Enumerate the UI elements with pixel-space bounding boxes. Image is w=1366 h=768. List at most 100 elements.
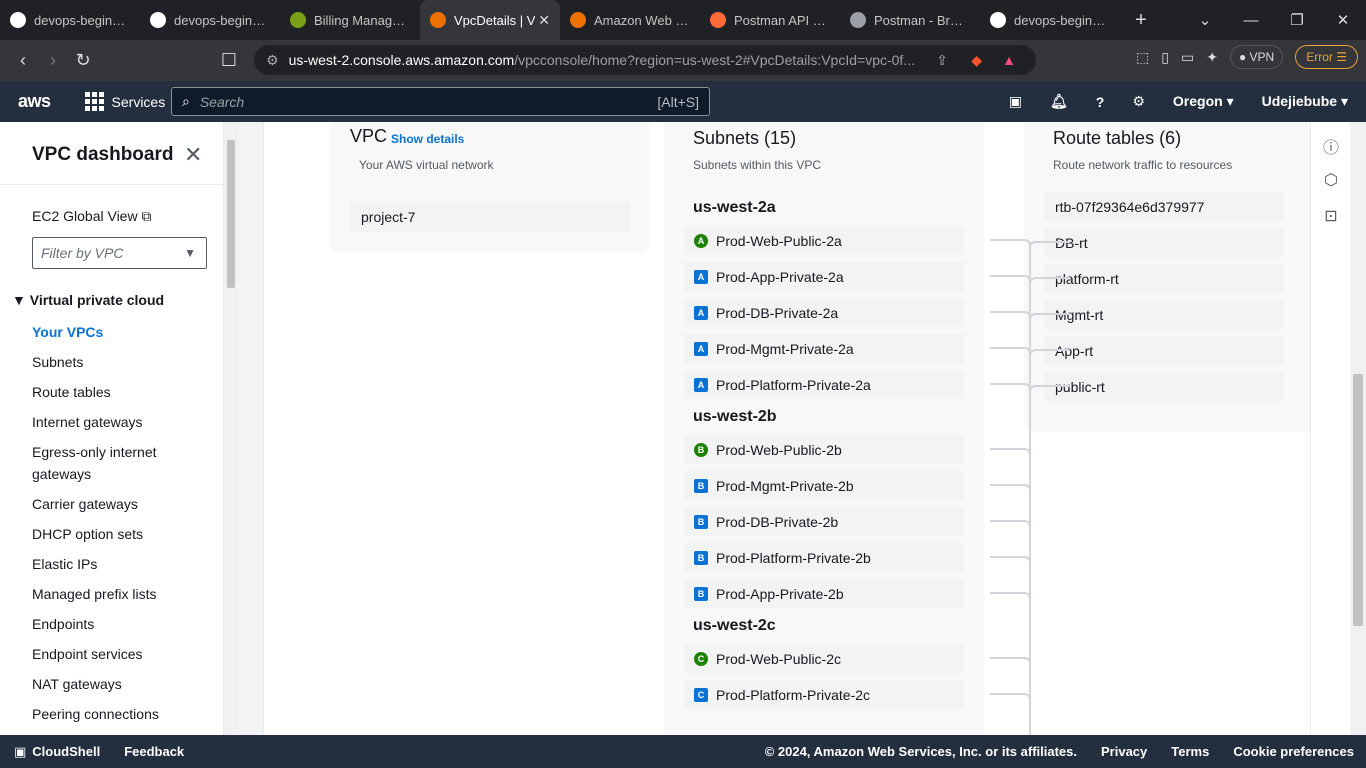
forward-button[interactable]: › [38, 50, 68, 71]
address-bar[interactable]: ⚙ us-west-2.console.aws.amazon.com/vpcco… [254, 45, 1036, 75]
subnet-item[interactable]: A Prod-Mgmt-Private-2a [684, 334, 964, 363]
info-icon[interactable]: ⓘ [1311, 134, 1351, 158]
brave-shield-icon[interactable]: ◆ [971, 52, 982, 69]
sidebar-scrollbar-thumb[interactable] [227, 140, 235, 288]
reload-button[interactable]: ↻ [68, 50, 98, 71]
filter-by-vpc-select[interactable]: Filter by VPC ▼ [32, 237, 207, 269]
subnet-item[interactable]: B Prod-DB-Private-2b [684, 507, 964, 536]
route-table-item[interactable]: App-rt [1044, 336, 1284, 365]
back-button[interactable]: ‹ [8, 50, 38, 71]
sidebar-item-egress-only-internet-gateways[interactable]: Egress-only internet gateways [32, 441, 212, 485]
services-menu-button[interactable]: Services [84, 92, 166, 111]
feedback-link[interactable]: Feedback [124, 744, 184, 759]
sidebar-item-dhcp-option-sets[interactable]: DHCP option sets [32, 523, 212, 545]
site-info-icon[interactable]: ⚙ [266, 52, 279, 69]
caret-down-icon: ▼ [184, 246, 196, 260]
cloudshell-button[interactable]: ▣ CloudShell [14, 744, 100, 760]
subnet-item[interactable]: A Prod-Platform-Private-2a [684, 370, 964, 399]
restore-button[interactable]: ❐ [1274, 11, 1320, 29]
sidebar-toggle-icon[interactable]: ▯ [1161, 49, 1169, 66]
hexagon-icon[interactable]: ⬡ [1311, 170, 1351, 194]
tab-search-icon[interactable]: ⌄ [1182, 11, 1228, 29]
main-route-table-item[interactable]: rtb-07f29364e6d379977 [1044, 192, 1284, 221]
subnet-item[interactable]: A Prod-Web-Public-2a [684, 226, 964, 255]
subnet-name: Prod-Web-Public-2c [716, 650, 842, 667]
sidebar-item-nat-gateways[interactable]: NAT gateways [32, 673, 212, 695]
cloudshell-icon[interactable]: ▣ [1009, 93, 1022, 110]
connection-line [990, 347, 1031, 355]
settings-gear-icon[interactable]: ⚙ [1132, 93, 1145, 110]
region-selector[interactable]: Oregon ▾ [1173, 93, 1234, 110]
tab-label: Postman API Plat [734, 12, 830, 28]
browser-tab[interactable]: devops-beginner [0, 0, 140, 40]
connection-line [1029, 313, 1070, 321]
subnet-item[interactable]: B Prod-Web-Public-2b [684, 435, 964, 464]
help-icon[interactable]: ? [1096, 94, 1105, 110]
notifications-icon[interactable]: 🔔︎ [1050, 93, 1068, 110]
search-placeholder: Search [199, 93, 245, 110]
main-scrollbar[interactable] [1350, 122, 1366, 735]
resource-map-panel: VPC Show details Your AWS virtual networ… [263, 122, 1310, 735]
subnet-item[interactable]: B Prod-Platform-Private-2b [684, 543, 964, 572]
browser-tab[interactable]: Billing Manageme [280, 0, 420, 40]
close-tab-icon[interactable]: ✕ [538, 12, 550, 29]
account-menu[interactable]: Udejiebube ▾ [1262, 93, 1348, 110]
sidebar-title[interactable]: VPC dashboard [32, 144, 173, 166]
sidebar-scrollbar[interactable] [224, 122, 238, 735]
sidebar-item-route-tables[interactable]: Route tables [32, 381, 212, 403]
connection-line [990, 275, 1031, 283]
cookie-preferences-link[interactable]: Cookie preferences [1233, 744, 1354, 759]
sidebar-item-elastic-ips[interactable]: Elastic IPs [32, 553, 212, 575]
browser-tab[interactable]: Amazon Web Ser [560, 0, 700, 40]
close-window-button[interactable]: ✕ [1320, 11, 1366, 29]
subnet-item[interactable]: C Prod-Web-Public-2c [684, 644, 964, 673]
subnets-title: Subnets (15) [693, 128, 797, 148]
sidebar-item-carrier-gateways[interactable]: Carrier gateways [32, 493, 212, 515]
route-table-item[interactable]: platform-rt [1044, 264, 1284, 293]
sidebar-item-your-vpcs[interactable]: Your VPCs [32, 321, 212, 343]
error-button[interactable]: Error ☰ [1295, 45, 1358, 69]
browser-tab[interactable]: Postman - Brows [840, 0, 980, 40]
privacy-link[interactable]: Privacy [1101, 744, 1147, 759]
brave-rewards-icon[interactable]: ▲ [1002, 52, 1016, 68]
share-icon[interactable]: ⇪ [936, 52, 948, 69]
route-table-item[interactable]: Mgmt-rt [1044, 300, 1284, 329]
subnet-item[interactable]: A Prod-App-Private-2a [684, 262, 964, 291]
subnet-item[interactable]: B Prod-App-Private-2b [684, 579, 964, 608]
vpc-name-pill[interactable]: project-7 [350, 202, 630, 232]
new-tab-button[interactable]: + [1126, 9, 1156, 32]
browser-tab[interactable]: devops-beginner [140, 0, 280, 40]
sidebar-item-subnets[interactable]: Subnets [32, 351, 212, 373]
terms-link[interactable]: Terms [1171, 744, 1209, 759]
leo-ai-icon[interactable]: ✦ [1206, 49, 1218, 66]
sidebar-item-peering-connections[interactable]: Peering connections [32, 703, 212, 725]
sidebar-item-endpoints[interactable]: Endpoints [32, 613, 212, 635]
route-table-item[interactable]: public-rt [1044, 372, 1284, 401]
billing-icon [290, 12, 306, 28]
show-details-link[interactable]: Show details [391, 132, 464, 146]
sidebar-item-internet-gateways[interactable]: Internet gateways [32, 411, 212, 433]
subnet-name: Prod-Web-Public-2a [716, 232, 842, 249]
vpn-button[interactable]: ● VPN [1229, 45, 1284, 69]
main-scrollbar-thumb[interactable] [1353, 374, 1363, 626]
browser-tab[interactable]: VpcDetails | V ✕ [420, 0, 560, 40]
section-virtual-private-cloud[interactable]: ▼ Virtual private cloud [12, 292, 164, 308]
close-icon[interactable]: ✕ [184, 142, 202, 168]
subnet-item[interactable]: A Prod-DB-Private-2a [684, 298, 964, 327]
sidebar-item-endpoint-services[interactable]: Endpoint services [32, 643, 212, 665]
subnet-item[interactable]: C Prod-Platform-Private-2c [684, 680, 964, 709]
minimize-button[interactable]: — [1228, 12, 1274, 29]
bookmark-icon[interactable]: ☐ [214, 50, 244, 71]
subnet-item[interactable]: B Prod-Mgmt-Private-2b [684, 471, 964, 500]
feedback-screen-icon[interactable]: ⊡ [1311, 206, 1351, 230]
browser-tab[interactable]: Postman API Plat [700, 0, 840, 40]
ec2-global-view-link[interactable]: EC2 Global View ⧉ [32, 208, 151, 225]
aws-search-input[interactable]: ⌕ Search [Alt+S] [171, 87, 710, 116]
extensions-icon[interactable]: ⬚ [1136, 49, 1149, 66]
services-label: Services [111, 93, 166, 110]
route-table-item[interactable]: DB-rt [1044, 228, 1284, 257]
sidebar-item-managed-prefix-lists[interactable]: Managed prefix lists [32, 583, 212, 605]
aws-logo[interactable]: aws [18, 91, 51, 112]
wallet-icon[interactable]: ▭ [1181, 49, 1194, 66]
browser-tab[interactable]: devops-beginner [980, 0, 1120, 40]
